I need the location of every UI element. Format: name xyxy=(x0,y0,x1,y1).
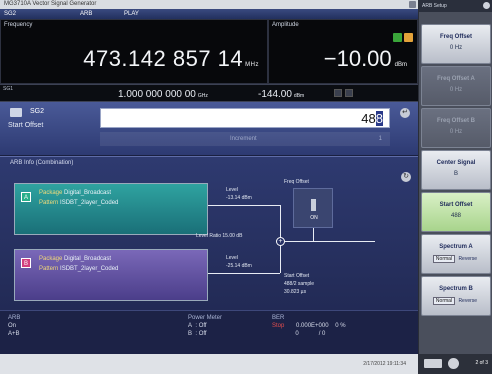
freq-offset-link xyxy=(313,228,314,241)
amplitude-value: −10.00 dBm xyxy=(323,46,407,71)
mod-on-icon[interactable] xyxy=(404,33,413,42)
badge-a: A xyxy=(21,192,31,202)
tab-play[interactable]: PLAY xyxy=(124,9,139,19)
freq-offset-a-key[interactable]: Freq Offset A0 Hz xyxy=(421,66,491,106)
pattern-b-name: ISDBT_2layer_Coded xyxy=(60,266,119,272)
badge-b: B xyxy=(21,258,31,268)
path-b-up xyxy=(280,246,281,273)
path-a-down xyxy=(280,205,281,237)
amplitude-label: Amplitude xyxy=(272,22,299,28)
page-next-button[interactable] xyxy=(448,358,459,369)
increment-hint: Increment 1 xyxy=(100,132,390,146)
page-prev-button[interactable] xyxy=(424,359,442,368)
path-a-line xyxy=(208,205,280,206)
sg-icon xyxy=(10,108,22,117)
rf-on-icon[interactable] xyxy=(393,33,402,42)
freq-offset-key[interactable]: Freq Offset 0 Hz xyxy=(421,24,491,64)
start-offset-label: Start Offset xyxy=(8,122,44,129)
start-offset-samples: 488/2 sample xyxy=(284,281,315,287)
close-icon[interactable] xyxy=(409,1,416,8)
soft-key-panel: ARB Setup Freq Offset 0 Hz Freq Offset A0… xyxy=(418,0,492,374)
footer-bar: 2/17/2012 19:11:34 xyxy=(0,354,418,374)
package-a-name: Digital_Broadcast xyxy=(64,190,112,196)
arb-info-title: ARB Info (Combination) xyxy=(10,160,74,166)
sg1-amplitude: -144.00 dBm xyxy=(258,89,305,100)
sg1-rf-icon[interactable] xyxy=(334,89,342,97)
start-offset-input[interactable]: 488 xyxy=(100,108,390,128)
level-a-value: -13.14 dBm xyxy=(226,195,252,201)
sg-label: SG2 xyxy=(30,108,45,115)
spectrum-b-key[interactable]: Spectrum B Normal Reverse xyxy=(421,276,491,316)
center-signal-key[interactable]: Center Signal B xyxy=(421,150,491,190)
tab-arb[interactable]: ARB xyxy=(80,9,92,19)
sg1-frequency: 1.000 000 000 00 GHz xyxy=(118,89,208,100)
start-offset-title: Start Offset xyxy=(284,273,310,279)
freq-offset-switch[interactable]: ON xyxy=(293,188,333,228)
level-b-value: -25.14 dBm xyxy=(226,263,252,269)
frequency-value: 473.142 857 14 MHz xyxy=(83,46,259,71)
timestamp: 2/17/2012 19:11:34 xyxy=(363,361,406,367)
close-popup-icon[interactable]: ↵ xyxy=(400,108,410,118)
sg1-mod-icon[interactable] xyxy=(345,89,353,97)
amplitude-panel[interactable]: Amplitude −10.00 dBm xyxy=(268,19,418,84)
refresh-icon[interactable]: ↻ xyxy=(401,172,411,182)
sg1-status-bar[interactable]: SG1 1.000 000 000 00 GHz -144.00 dBm xyxy=(0,84,418,102)
status-row: ARB On A+B Power Meter A : Off B : Off B… xyxy=(0,310,418,354)
arb-info-panel: ARB Info (Combination) ↻ A Package Digit… xyxy=(0,156,418,310)
package-b-box[interactable]: B Package Digital_Broadcast Pattern ISDB… xyxy=(14,249,208,301)
side-page-bar: 2 of 3 xyxy=(418,354,492,374)
pattern-a-name: ISDBT_2layer_Coded xyxy=(60,200,119,206)
text-cursor: 8 xyxy=(375,111,383,126)
freq-offset-b-key[interactable]: Freq Offset B0 Hz xyxy=(421,108,491,148)
output-line xyxy=(285,241,375,242)
ber-status[interactable]: BER Stop 0.000E+000 0 % 0 / 0 xyxy=(272,314,346,338)
page-indicator: 2 of 3 xyxy=(475,360,488,366)
switch-icon xyxy=(311,199,316,211)
help-icon[interactable] xyxy=(483,2,490,9)
path-b-line xyxy=(208,273,280,274)
side-header: ARB Setup xyxy=(419,0,492,12)
frequency-panel[interactable]: Frequency 473.142 857 14 MHz xyxy=(0,19,268,84)
frequency-label: Frequency xyxy=(4,22,33,28)
window-title-bar: MG3710A Vector Signal Generator xyxy=(0,0,418,9)
freq-offset-label: Freq Offset xyxy=(284,179,309,185)
level-ratio: Level Ratio 15.00 dB xyxy=(196,233,243,239)
screen: MG3710A Vector Signal Generator SG2 ARB … xyxy=(0,0,492,374)
level-b-label: Level xyxy=(226,255,238,261)
combiner-node: + xyxy=(276,237,285,246)
start-offset-time: 30.823 µs xyxy=(284,289,307,295)
package-b-name: Digital_Broadcast xyxy=(64,256,112,262)
arb-status[interactable]: ARB On A+B xyxy=(8,314,20,338)
window-title: MG3710A Vector Signal Generator xyxy=(4,1,97,7)
spectrum-a-key[interactable]: Spectrum A Normal Reverse xyxy=(421,234,491,274)
sg1-label: SG1 xyxy=(3,86,14,92)
power-meter-status[interactable]: Power Meter A : Off B : Off xyxy=(188,314,222,338)
level-a-label: Level xyxy=(226,187,238,193)
package-a-box[interactable]: A Package Digital_Broadcast Pattern ISDB… xyxy=(14,183,208,235)
tab-bar: SG2 ARB PLAY xyxy=(0,9,418,19)
start-offset-key[interactable]: Start Offset 488 xyxy=(421,192,491,232)
tab-sg2[interactable]: SG2 xyxy=(4,9,16,19)
start-offset-panel: SG2 Start Offset 488 Increment 1 ↵ xyxy=(0,102,418,156)
